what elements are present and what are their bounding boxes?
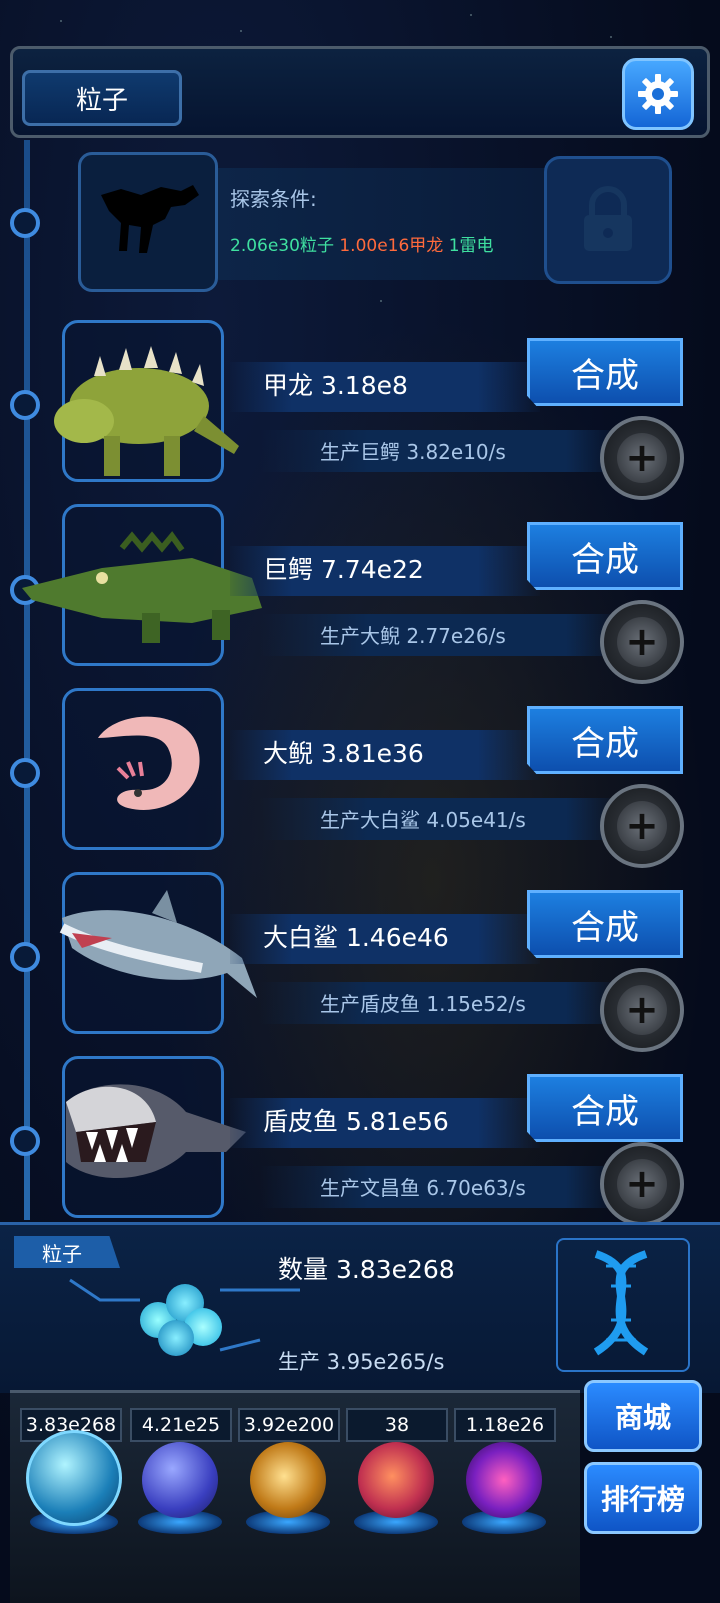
leaderboard-button[interactable]: 排行榜 xyxy=(584,1462,702,1534)
fire-orb-icon[interactable] xyxy=(250,1442,326,1518)
particle-production-rate: 生产 3.95e265/s xyxy=(278,1350,445,1374)
merge-button[interactable]: 合成 xyxy=(527,338,683,406)
shop-button[interactable]: 商城 xyxy=(584,1380,702,1452)
plus-icon: + xyxy=(617,801,667,851)
creature-production-rate: 生产文昌鱼 6.70e63/s xyxy=(320,1176,526,1200)
creature-row: 巨鳄 7.74e22 生产大鲵 2.77e26/s 合成 + xyxy=(0,504,720,684)
creature-name-count: 甲龙 3.18e8 xyxy=(263,371,408,400)
particle-orb-icon[interactable] xyxy=(26,1430,122,1526)
creature-row: 甲龙 3.18e8 生产巨鳄 3.82e10/s 合成 + xyxy=(0,320,720,500)
dunkleosteus-icon xyxy=(66,1084,246,1179)
star xyxy=(610,36,612,38)
merge-button[interactable]: 合成 xyxy=(527,522,683,590)
resource-fire-value: 3.92e200 xyxy=(238,1408,340,1442)
creature-production-rate: 生产盾皮鱼 1.15e52/s xyxy=(320,992,526,1016)
star xyxy=(240,30,242,32)
requirement-thunder: 1雷电 xyxy=(448,236,494,256)
plus-icon: + xyxy=(617,1159,667,1209)
plus-icon: + xyxy=(617,985,667,1035)
plus-icon: + xyxy=(617,433,667,483)
dna-icon xyxy=(593,1250,649,1356)
particle-cluster-icon xyxy=(140,1282,230,1362)
lock-node-icon xyxy=(10,208,40,238)
merge-button[interactable]: 合成 xyxy=(527,890,683,958)
requirement-particles: 2.06e30粒子 xyxy=(230,236,334,256)
star xyxy=(380,300,382,302)
add-button[interactable]: + xyxy=(600,600,684,684)
merge-button[interactable]: 合成 xyxy=(527,706,683,774)
lightning-orb-icon[interactable] xyxy=(142,1442,218,1518)
locked-creature-card xyxy=(78,152,218,292)
add-button[interactable]: + xyxy=(600,968,684,1052)
star xyxy=(470,14,472,16)
plus-icon: + xyxy=(617,617,667,667)
creature-name-count: 盾皮鱼 5.81e56 xyxy=(263,1107,449,1136)
creature-row: 盾皮鱼 5.81e56 生产文昌鱼 6.70e63/s 合成 + xyxy=(0,1056,720,1236)
locked-button[interactable] xyxy=(544,156,672,284)
axolotl-icon xyxy=(98,716,200,810)
creature-name-count: 大白鲨 1.46e46 xyxy=(263,923,449,952)
resource-lightning-value: 4.21e25 xyxy=(130,1408,232,1442)
dinosaur-silhouette-icon xyxy=(101,185,199,253)
page-title: 粒子 xyxy=(22,70,182,126)
gear-icon xyxy=(638,74,678,114)
requirement-ankylosaurus: 1.00e16甲龙 xyxy=(339,236,444,256)
star xyxy=(60,20,62,22)
creature-name-count: 大鲵 3.81e36 xyxy=(263,739,424,768)
add-button[interactable]: + xyxy=(600,416,684,500)
resource-vortex-value: 1.18e26 xyxy=(454,1408,556,1442)
brain-orb-icon[interactable] xyxy=(358,1442,434,1518)
creature-production-rate: 生产巨鳄 3.82e10/s xyxy=(320,440,506,464)
unlock-requirements: 2.06e30粒子 1.00e16甲龙 1雷电 xyxy=(230,231,494,256)
creature-row: 大白鲨 1.46e46 生产盾皮鱼 1.15e52/s 合成 + xyxy=(0,872,720,1052)
unlock-condition-title: 探索条件: xyxy=(230,187,317,211)
merge-button[interactable]: 合成 xyxy=(527,1074,683,1142)
resource-brain-value: 38 xyxy=(346,1408,448,1442)
add-button[interactable]: + xyxy=(600,1142,684,1226)
settings-button[interactable] xyxy=(622,58,694,130)
padlock-icon xyxy=(584,186,632,251)
vortex-orb-icon[interactable] xyxy=(466,1442,542,1518)
add-button[interactable]: + xyxy=(600,784,684,868)
creature-row: 大鲵 3.81e36 生产大白鲨 4.05e41/s 合成 + xyxy=(0,688,720,868)
ankylosaurus-icon xyxy=(54,346,239,476)
creature-name-count: 巨鳄 7.74e22 xyxy=(263,555,424,584)
creature-production-rate: 生产大鲵 2.77e26/s xyxy=(320,624,506,648)
creature-production-rate: 生产大白鲨 4.05e41/s xyxy=(320,808,526,832)
particle-count: 数量 3.83e268 xyxy=(278,1255,455,1284)
